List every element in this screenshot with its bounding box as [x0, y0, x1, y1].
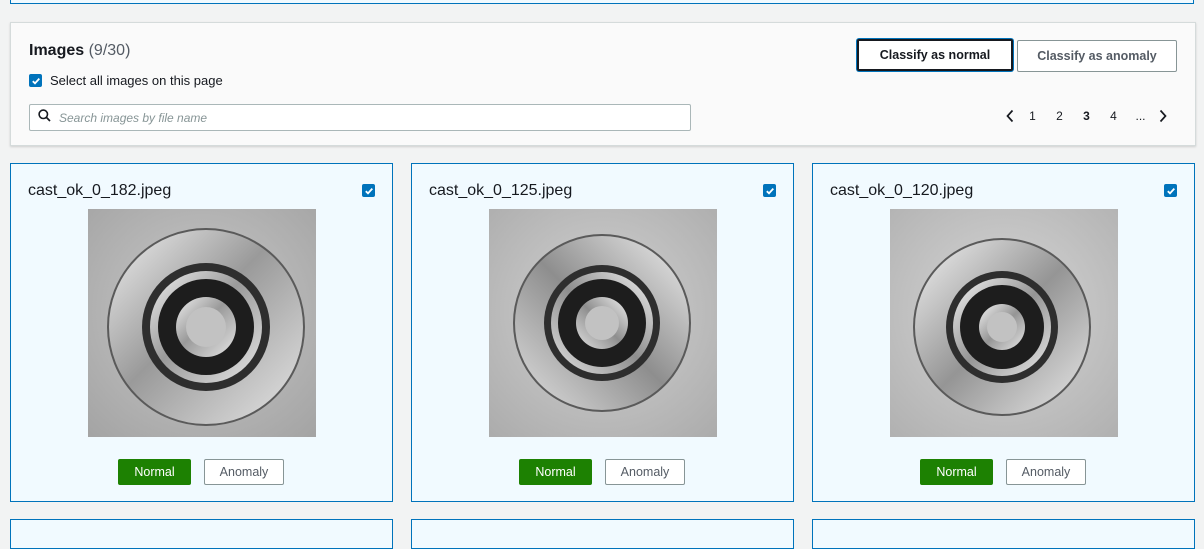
select-all-label: Select all images on this page: [50, 73, 223, 88]
image-card[interactable]: cast_ok_0_125.jpeg Normal Anomaly: [411, 163, 794, 502]
image-file-name: cast_ok_0_125.jpeg: [429, 182, 573, 199]
casting-image: [88, 209, 316, 437]
select-all-checkbox[interactable]: Select all images on this page: [29, 73, 223, 88]
pagination: 1 2 3 4 ...: [1001, 107, 1172, 125]
normal-button[interactable]: Normal: [920, 459, 993, 485]
page-ellipsis[interactable]: ...: [1127, 109, 1154, 123]
checkbox-checked-icon[interactable]: [362, 184, 375, 197]
previous-section-edge: [10, 0, 1194, 4]
page-2[interactable]: 2: [1046, 109, 1073, 123]
image-card[interactable]: [10, 519, 393, 549]
image-file-name: cast_ok_0_120.jpeg: [830, 182, 974, 199]
page-1[interactable]: 1: [1019, 109, 1046, 123]
classify-as-normal-button[interactable]: Classify as normal: [857, 39, 1013, 71]
page-3[interactable]: 3: [1073, 109, 1100, 123]
images-title-text: Images: [29, 42, 85, 59]
image-card[interactable]: cast_ok_0_120.jpeg Normal Anomaly: [812, 163, 1195, 502]
page-4[interactable]: 4: [1100, 109, 1127, 123]
checkbox-checked-icon[interactable]: [763, 184, 776, 197]
search-input[interactable]: [59, 110, 690, 125]
anomaly-button[interactable]: Anomaly: [605, 459, 685, 485]
images-header-panel: Images (9/30) Select all images on this …: [10, 22, 1196, 146]
images-count: (9/30): [88, 42, 131, 59]
chevron-right-icon[interactable]: [1154, 107, 1172, 125]
normal-button[interactable]: Normal: [519, 459, 592, 485]
anomaly-button[interactable]: Anomaly: [1006, 459, 1086, 485]
images-title: Images (9/30): [29, 42, 130, 60]
image-card[interactable]: cast_ok_0_182.jpeg Normal Anomaly: [10, 163, 393, 502]
classify-as-anomaly-button[interactable]: Classify as anomaly: [1017, 40, 1177, 72]
casting-image: [890, 209, 1118, 437]
checkbox-checked-icon[interactable]: [29, 74, 42, 87]
image-card[interactable]: [812, 519, 1195, 549]
normal-button[interactable]: Normal: [118, 459, 191, 485]
image-card[interactable]: [411, 519, 794, 549]
search-box[interactable]: [29, 104, 691, 131]
image-file-name: cast_ok_0_182.jpeg: [28, 182, 172, 199]
anomaly-button[interactable]: Anomaly: [204, 459, 284, 485]
search-icon: [38, 108, 51, 127]
casting-image: [489, 209, 717, 437]
checkbox-checked-icon[interactable]: [1164, 184, 1177, 197]
chevron-left-icon[interactable]: [1001, 107, 1019, 125]
